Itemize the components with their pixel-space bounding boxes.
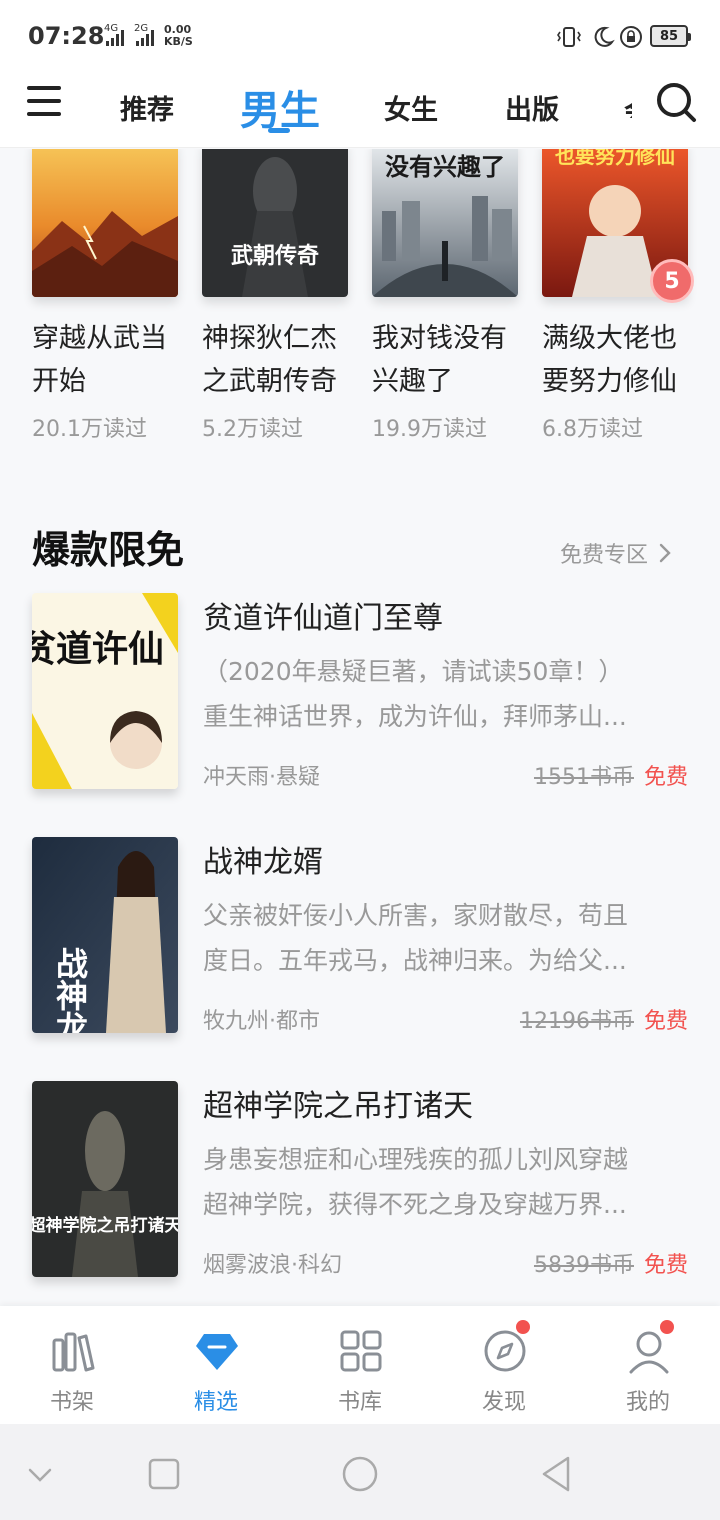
nav-label: 书库 xyxy=(337,1390,382,1415)
free-label: 免费 xyxy=(643,765,688,790)
svg-text:战神龙婿: 战神龙婿 xyxy=(51,947,89,1033)
svg-text:也要努力修仙: 也要努力修仙 xyxy=(555,149,675,168)
nav-label: 我的 xyxy=(625,1390,670,1415)
tab-female[interactable]: 女生 xyxy=(384,88,438,127)
svg-text:没有兴趣了: 没有兴趣了 xyxy=(385,153,505,181)
book-cover xyxy=(32,149,178,297)
bottom-nav: 书架 精选 书库 发现 我的 xyxy=(0,1306,720,1424)
nav-label: 书架 xyxy=(49,1390,94,1415)
nav-bookshelf[interactable]: 书架 xyxy=(0,1306,144,1424)
grid-book-title: 我对钱没有 兴趣了 xyxy=(372,323,507,397)
section-title: 爆款限免 xyxy=(32,528,185,572)
nav-featured[interactable]: 精选 xyxy=(144,1306,288,1424)
tab-recommend[interactable]: 推荐 xyxy=(120,88,174,127)
book-description: 父亲被奸佞小人所害，家财散尽，苟且 度日。五年戎马，战神归来。为给父... xyxy=(203,901,629,975)
speed-unit: KB/S xyxy=(164,35,193,48)
battery-indicator: 85 xyxy=(650,25,691,47)
book-cover: 战神龙婿 xyxy=(32,837,178,1033)
old-price: 1551书币 xyxy=(533,765,634,790)
book-price: 1551书币 免费 xyxy=(534,759,688,791)
book-title: 超神学院之吊打诸天 xyxy=(203,1089,473,1124)
svg-text:超神学院之吊打诸天: 超神学院之吊打诸天 xyxy=(32,1215,178,1236)
old-price: 5839书币 xyxy=(533,1253,634,1278)
signal-bars-2-icon xyxy=(136,30,154,46)
grid-book-title: 满级大佬也 要努力修仙 xyxy=(542,323,677,397)
bookshelf-icon xyxy=(52,1332,95,1372)
grid-book-reads: 19.9万读过 xyxy=(372,417,487,442)
nav-library[interactable]: 书库 xyxy=(288,1306,432,1424)
section-more-label: 免费专区 xyxy=(560,543,649,568)
floating-count-badge[interactable]: 5 xyxy=(650,259,694,303)
nav-label: 发现 xyxy=(481,1390,526,1415)
book-list-item[interactable]: 贫道许仙 贫道许仙道门至尊 （2020年悬疑巨著，请试读50章！） 重生神话世界… xyxy=(32,593,692,791)
chevron-down-icon[interactable] xyxy=(20,1454,60,1494)
rotation-lock-icon xyxy=(620,26,642,48)
search-icon[interactable] xyxy=(654,80,698,124)
book-description: 身患妄想症和心理残疾的孤儿刘风穿越 超神学院，获得不死之身及穿越万界... xyxy=(203,1145,629,1219)
book-list-item[interactable]: 战神龙婿 战神龙婿 父亲被奸佞小人所害，家财散尽，苟且 度日。五年戎马，战神归来… xyxy=(32,837,692,1035)
person-icon xyxy=(629,1331,669,1374)
grid-book-reads: 6.8万读过 xyxy=(542,417,643,442)
book-list-item[interactable]: 超神学院之吊打诸天 超神学院之吊打诸天 身患妄想症和心理残疾的孤儿刘风穿越 超神… xyxy=(32,1081,692,1279)
grid-book-title: 穿越从武当 开始 xyxy=(32,323,167,397)
book-cover: 没有兴趣了 xyxy=(372,149,518,297)
book-price: 12196书币 免费 xyxy=(520,1003,688,1035)
grid-icon xyxy=(340,1330,382,1372)
grid-book-reads: 5.2万读过 xyxy=(202,417,303,442)
status-bar: 07:28 4G 2G 0.00 KB/S 85 xyxy=(0,0,720,70)
notification-dot xyxy=(660,1320,674,1334)
tab-more-clipped[interactable]: 会 xyxy=(624,90,632,118)
diamond-icon xyxy=(196,1334,238,1370)
book-title: 贫道许仙道门至尊 xyxy=(203,601,443,636)
back-icon[interactable] xyxy=(536,1454,576,1494)
nav-discover[interactable]: 发现 xyxy=(432,1306,576,1424)
book-cover: 超神学院之吊打诸天 xyxy=(32,1081,178,1277)
notification-dot xyxy=(516,1320,530,1334)
book-author-genre: 牧九州·都市 xyxy=(203,1009,320,1034)
home-icon[interactable] xyxy=(340,1454,380,1494)
old-price: 12196书币 xyxy=(519,1009,634,1034)
free-label: 免费 xyxy=(643,1009,688,1034)
network-speed: 0.00 KB/S xyxy=(164,24,193,48)
system-nav-bar xyxy=(0,1424,720,1520)
active-tab-indicator xyxy=(268,128,290,133)
book-cover: 武朝传奇 xyxy=(202,149,348,297)
section-more-link[interactable]: 免费专区 xyxy=(560,537,672,569)
nav-label: 精选 xyxy=(193,1390,238,1415)
book-author-genre: 烟雾波浪·科幻 xyxy=(203,1253,342,1278)
svg-text:贫道许仙: 贫道许仙 xyxy=(32,629,164,670)
menu-icon[interactable] xyxy=(27,86,61,120)
grid-book-reads: 20.1万读过 xyxy=(32,417,147,442)
grid-book-title: 神探狄仁杰 之武朝传奇 xyxy=(202,323,337,397)
chevron-right-icon xyxy=(659,543,671,563)
book-cover: 贫道许仙 xyxy=(32,593,178,789)
book-author-genre: 冲天雨·悬疑 xyxy=(203,765,320,790)
book-description: （2020年悬疑巨著，请试读50章！） 重生神话世界，成为许仙，拜师茅山... xyxy=(203,657,627,731)
status-time: 07:28 xyxy=(28,22,105,50)
book-price: 5839书币 免费 xyxy=(534,1247,688,1279)
nav-profile[interactable]: 我的 xyxy=(576,1306,720,1424)
top-nav: 推荐 男生 女生 出版 会 xyxy=(0,70,720,148)
feed-content[interactable]: 穿越从武当 开始 20.1万读过 武朝传奇 神探狄仁杰 之武朝传奇 5.2万读过… xyxy=(0,149,720,1306)
signal-bars-1-icon xyxy=(106,30,124,46)
book-title: 战神龙婿 xyxy=(203,845,323,880)
recent-apps-icon[interactable] xyxy=(144,1454,184,1494)
vibrate-icon xyxy=(557,27,581,47)
free-label: 免费 xyxy=(643,1253,688,1278)
compass-icon xyxy=(484,1330,526,1372)
moon-icon xyxy=(594,26,615,47)
app-root: 07:28 4G 2G 0.00 KB/S 85 推荐 男生 女生 出版 穿越从… xyxy=(0,0,720,1520)
svg-text:武朝传奇: 武朝传奇 xyxy=(231,243,319,269)
tab-publish[interactable]: 出版 xyxy=(505,88,559,127)
